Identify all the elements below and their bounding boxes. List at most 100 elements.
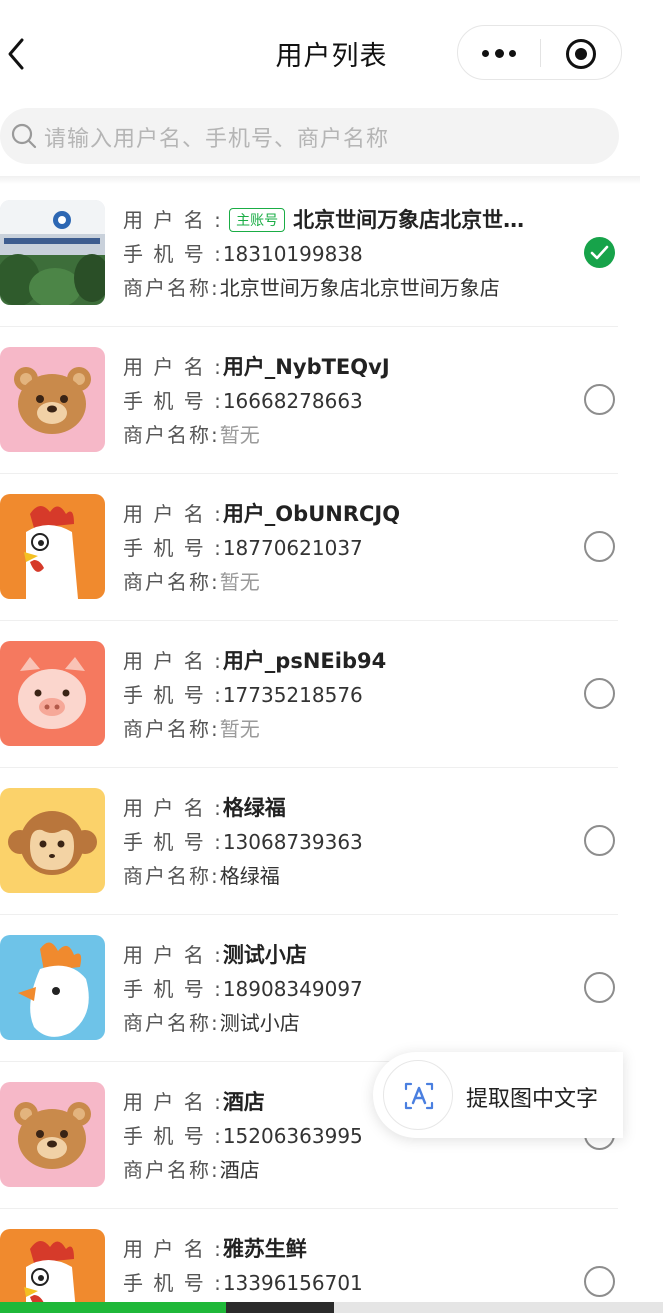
username: 用户_NybTEQvJ [222, 355, 390, 379]
username: 用户_psNEib94 [222, 649, 387, 673]
phone-number: 16668278663 [222, 389, 363, 413]
home-indicator [226, 1302, 334, 1313]
phone-line: 手 机 号 :13068739363 [123, 826, 363, 855]
select-radio-checked[interactable] [584, 237, 615, 268]
username-line: 用 户 名 :用户_NybTEQvJ [123, 351, 390, 381]
extract-text-label: 提取图中文字 [466, 1087, 599, 1112]
search-icon [11, 123, 37, 149]
phone-line: 手 机 号 :13396156701 [123, 1267, 363, 1296]
extract-text-button[interactable]: 提取图中文字 [373, 1052, 623, 1138]
merchant-line: 商户名称:暂无 [123, 419, 260, 448]
username: 格绿福 [222, 796, 286, 820]
text-recognition-icon [404, 1082, 434, 1110]
merchant-label: 商户名称: [123, 717, 220, 741]
merchant-name: 测试小店 [219, 1011, 300, 1035]
merchant-label: 商户名称: [123, 570, 220, 594]
user-row[interactable]: 用 户 名 : 主账号 北京世间万象店北京世… 手 机 号 :1831019983… [0, 180, 618, 327]
username-label: 用 户 名 : [123, 796, 223, 820]
miniprogram-capsule [457, 25, 622, 80]
phone-label: 手 机 号 : [123, 1271, 223, 1295]
merchant-label: 商户名称: [123, 1158, 220, 1182]
username-label: 用 户 名 : [123, 1237, 223, 1261]
merchant-name: 北京世间万象店北京世间万象店 [219, 276, 500, 300]
storefront-photo [0, 200, 105, 305]
phone-label: 手 机 号 : [123, 1124, 223, 1148]
phone-line: 手 机 号 :15206363995 [123, 1120, 363, 1149]
username-line: 用 户 名 :酒店 [123, 1086, 265, 1116]
merchant-line: 商户名称:格绿福 [123, 860, 280, 889]
chicken-avatar [0, 935, 105, 1040]
merchant-line: 商户名称:测试小店 [123, 1007, 300, 1036]
phone-label: 手 机 号 : [123, 977, 223, 1001]
username-line: 用 户 名 : 主账号 北京世间万象店北京世… [123, 204, 524, 234]
username-label: 用 户 名 : [123, 502, 223, 526]
dot-icon [482, 50, 489, 57]
progress-indicator [0, 1302, 226, 1313]
username: 雅苏生鲜 [222, 1237, 307, 1261]
username-label: 用 户 名 : [123, 208, 223, 232]
username: 测试小店 [222, 943, 307, 967]
search-input[interactable]: 请输入用户名、手机号、商户名称 [0, 108, 619, 164]
username-line: 用 户 名 :格绿福 [123, 792, 286, 822]
ocr-icon-circle [383, 1060, 453, 1130]
username-line: 用 户 名 :测试小店 [123, 939, 307, 969]
phone-line: 手 机 号 :16668278663 [123, 385, 363, 414]
bottom-bar [0, 1302, 663, 1313]
merchant-name: 暂无 [219, 570, 260, 594]
select-radio[interactable] [584, 384, 615, 415]
close-miniprogram-button[interactable] [541, 26, 623, 81]
main-account-badge: 主账号 [229, 208, 286, 232]
rooster-avatar [0, 494, 105, 599]
dot-icon [495, 49, 504, 58]
nav-bar: 用户列表 [0, 0, 663, 104]
user-row[interactable]: 用 户 名 :用户_psNEib94 手 机 号 :17735218576 商户… [0, 621, 618, 768]
phone-number: 15206363995 [222, 1124, 363, 1148]
phone-number: 17735218576 [222, 683, 363, 707]
user-row[interactable]: 用 户 名 :用户_NybTEQvJ 手 机 号 :16668278663 商户… [0, 327, 618, 474]
monkey-avatar [0, 788, 105, 893]
username: 用户_ObUNRCJQ [222, 502, 401, 526]
phone-label: 手 机 号 : [123, 389, 223, 413]
phone-line: 手 机 号 :18310199838 [123, 238, 363, 267]
phone-number: 13068739363 [222, 830, 363, 854]
merchant-name: 暂无 [219, 423, 260, 447]
user-row[interactable]: 用 户 名 :雅苏生鲜 手 机 号 :13396156701 [0, 1209, 618, 1313]
phone-label: 手 机 号 : [123, 242, 223, 266]
phone-label: 手 机 号 : [123, 683, 223, 707]
phone-label: 手 机 号 : [123, 830, 223, 854]
select-radio[interactable] [584, 972, 615, 1003]
username-line: 用 户 名 :雅苏生鲜 [123, 1233, 307, 1263]
merchant-label: 商户名称: [123, 423, 220, 447]
user-row[interactable]: 用 户 名 :测试小店 手 机 号 :18908349097 商户名称:测试小店 [0, 915, 618, 1062]
merchant-label: 商户名称: [123, 276, 220, 300]
select-radio[interactable] [584, 678, 615, 709]
bear-avatar [0, 347, 105, 452]
phone-line: 手 机 号 :18908349097 [123, 973, 363, 1002]
phone-label: 手 机 号 : [123, 536, 223, 560]
merchant-label: 商户名称: [123, 864, 220, 888]
phone-number: 18770621037 [222, 536, 363, 560]
user-row[interactable]: 用 户 名 :格绿福 手 机 号 :13068739363 商户名称:格绿福 [0, 768, 618, 915]
select-radio[interactable] [584, 1266, 615, 1297]
select-radio[interactable] [584, 531, 615, 562]
user-row[interactable]: 用 户 名 :用户_ObUNRCJQ 手 机 号 :18770621037 商户… [0, 474, 618, 621]
username-label: 用 户 名 : [123, 649, 223, 673]
username-line: 用 户 名 :用户_ObUNRCJQ [123, 498, 400, 528]
username-label: 用 户 名 : [123, 355, 223, 379]
select-radio[interactable] [584, 825, 615, 856]
more-button[interactable] [458, 26, 540, 81]
pig-avatar [0, 641, 105, 746]
username: 酒店 [222, 1090, 265, 1114]
merchant-name: 格绿福 [219, 864, 280, 888]
bear-avatar [0, 1082, 105, 1187]
phone-number: 18310199838 [222, 242, 363, 266]
target-dot [575, 48, 587, 60]
username-line: 用 户 名 :用户_psNEib94 [123, 645, 386, 675]
phone-line: 手 机 号 :17735218576 [123, 679, 363, 708]
checkmark-icon [590, 245, 609, 260]
merchant-line: 商户名称:暂无 [123, 713, 260, 742]
phone-number: 13396156701 [222, 1271, 363, 1295]
username-label: 用 户 名 : [123, 943, 223, 967]
username-label: 用 户 名 : [123, 1090, 223, 1114]
merchant-name: 暂无 [219, 717, 260, 741]
